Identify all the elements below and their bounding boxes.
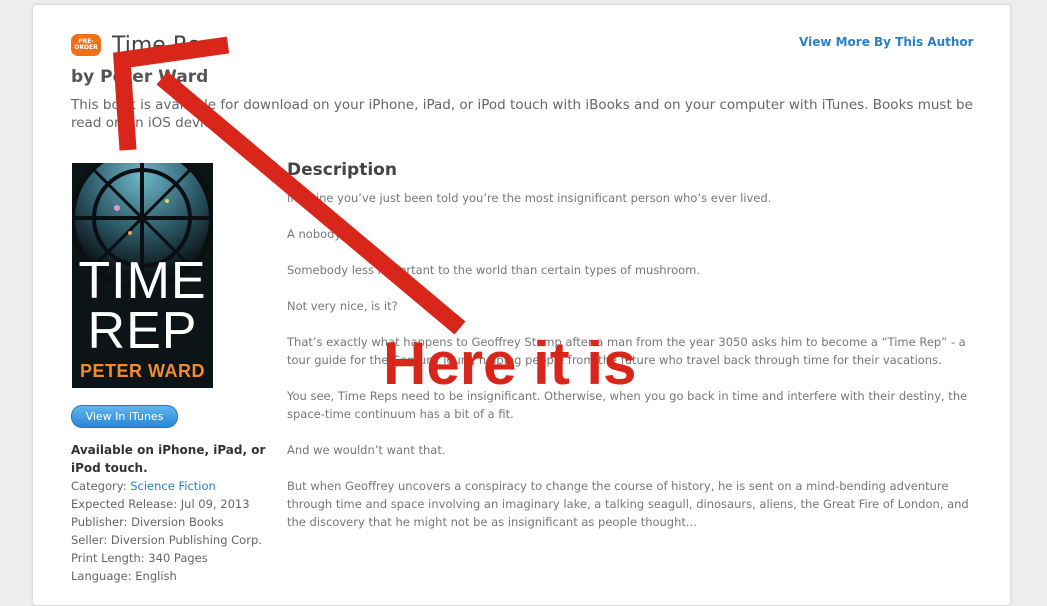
book-cover-image[interactable]: TIME REP PETER WARD xyxy=(72,163,213,388)
view-more-by-author-link[interactable]: View More By This Author xyxy=(799,35,974,49)
print-length: Print Length: 340 Pages xyxy=(71,551,208,565)
book-details: Available on iPhone, iPad, or iPod touch… xyxy=(71,441,271,585)
description-heading: Description xyxy=(287,160,397,180)
cover-title-line-1: TIME xyxy=(78,252,207,310)
publisher: Publisher: Diversion Books xyxy=(71,515,224,529)
seller: Seller: Diversion Publishing Corp. xyxy=(71,533,262,547)
category-label: Category: xyxy=(71,479,131,493)
annotation-here-it-is: Here it is xyxy=(383,330,637,397)
language: Language: English xyxy=(71,569,177,583)
availability-notice: This book is available for download on y… xyxy=(71,97,973,131)
category-link[interactable]: Science Fiction xyxy=(130,479,216,493)
preorder-badge: PRE- ORDER xyxy=(71,34,101,56)
badge-line-2: ORDER xyxy=(74,44,98,51)
description-paragraph: Imagine you’ve just been told you’re the… xyxy=(287,191,772,205)
description-paragraph: A nobody. xyxy=(287,227,344,241)
description-paragraph: And we wouldn’t want that. xyxy=(287,443,446,457)
book-author: by Peter Ward xyxy=(71,67,209,87)
description-paragraph: Somebody less important to the world tha… xyxy=(287,263,701,277)
category-row: Category: Science Fiction xyxy=(71,477,271,495)
view-in-itunes-button[interactable]: View In iTunes xyxy=(71,405,178,428)
book-title: Time Rep xyxy=(112,33,215,58)
release-date: Expected Release: Jul 09, 2013 xyxy=(71,497,250,511)
device-availability: Available on iPhone, iPad, or iPod touch… xyxy=(71,443,266,475)
description-paragraph: Not very nice, is it? xyxy=(287,299,398,313)
cover-author: PETER WARD xyxy=(79,361,205,381)
cover-title-line-2: REP xyxy=(87,302,198,360)
description-paragraph: But when Geoffrey uncovers a conspiracy … xyxy=(287,479,969,529)
